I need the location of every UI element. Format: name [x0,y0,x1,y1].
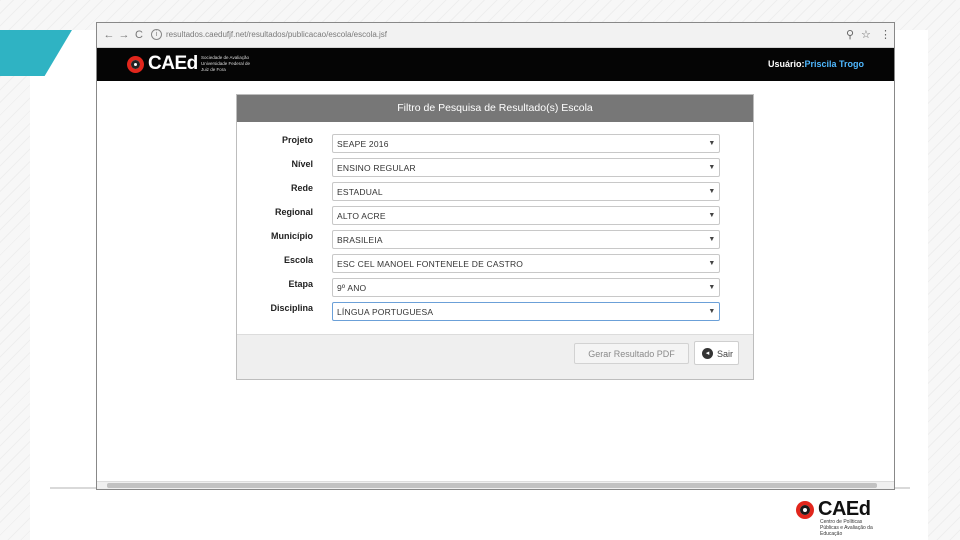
select-value: ESTADUAL [337,187,383,197]
regional-select[interactable]: ALTO ACRE ▼ [332,206,720,225]
chevron-down-icon: ▼ [708,236,716,243]
select-value: ENSINO REGULAR [337,163,416,173]
chevron-down-icon: ▼ [708,260,716,267]
field-label: Escola [283,255,313,265]
caed-logo-icon [796,501,814,519]
select-value: 9º ANO [337,283,367,293]
field-label: Município [271,231,313,241]
exit-arrow-icon: ◂ [702,348,713,359]
browser-toolbar: ← → C i resultados.caedufjf.net/resultado… [97,23,894,48]
browser-window: ← → C i resultados.caedufjf.net/resultado… [96,22,895,490]
projeto-select[interactable]: SEAPE 2016 ▼ [332,134,720,153]
generate-pdf-button[interactable]: Gerar Resultado PDF [574,343,689,364]
footer-logo-subtitle: Centro de Políticas Públicas e Avaliação… [820,519,873,537]
filter-panel: Filtro de Pesquisa de Resultado(s) Escol… [236,94,754,380]
disciplina-select[interactable]: LÍNGUA PORTUGUESA ▼ [332,302,720,321]
back-icon[interactable]: ← [103,28,115,42]
form-row-escola: Escola ESC CEL MANOEL FONTENELE DE CASTR… [237,254,753,274]
url-text: resultados.caedufjf.net/resultados/publi… [166,30,388,39]
field-label: Etapa [288,279,313,289]
field-label: Disciplina [270,303,313,313]
logo-subtitle: Sociedade de Avaliação Universidade Fede… [201,55,251,72]
browser-menu-icon[interactable]: ⋮ [880,28,891,42]
chevron-down-icon: ▼ [708,212,716,219]
form-row-projeto: Projeto SEAPE 2016 ▼ [237,134,753,154]
address-bar[interactable]: i resultados.caedufjf.net/resultados/publ… [151,27,841,43]
select-value: SEAPE 2016 [337,139,389,149]
form-row-etapa: Etapa 9º ANO ▼ [237,278,753,298]
select-value: LÍNGUA PORTUGUESA [337,307,434,317]
reload-icon[interactable]: C [133,28,145,42]
nivel-select[interactable]: ENSINO REGULAR ▼ [332,158,720,177]
field-label: Projeto [281,135,313,145]
form-row-rede: Rede ESTADUAL ▼ [237,182,753,202]
field-label: Regional [274,207,313,217]
chevron-down-icon: ▼ [708,188,716,195]
select-value: BRASILEIA [337,235,383,245]
user-name: Priscila Trogo [804,59,864,69]
select-value: ALTO ACRE [337,211,386,221]
chevron-down-icon: ▼ [708,308,716,315]
chevron-down-icon: ▼ [708,164,716,171]
zoom-icon[interactable]: ⚲ [846,28,854,42]
form-row-disciplina: Disciplina LÍNGUA PORTUGUESA ▼ [237,302,753,322]
forward-icon[interactable]: → [118,28,130,42]
chevron-down-icon: ▼ [708,140,716,147]
field-label: Rede [290,183,313,193]
field-label: Nível [291,159,313,169]
form-row-municipio: Município BRASILEIA ▼ [237,230,753,250]
site-info-icon[interactable]: i [151,29,162,41]
caed-logo-icon [127,56,144,73]
footer-logo: CAEd Centro de Políticas Públicas e Aval… [796,498,886,537]
bookmark-star-icon[interactable]: ☆ [861,28,871,42]
form-row-nivel: Nível ENSINO REGULAR ▼ [237,158,753,178]
exit-button-label: Sair [717,349,734,359]
app-header: CAEd Sociedade de Avaliação Universidade… [97,48,894,81]
footer-logo-text: CAEd [818,498,871,520]
escola-select[interactable]: ESC CEL MANOEL FONTENELE DE CASTRO ▼ [332,254,720,273]
scrollbar-thumb[interactable] [107,483,877,488]
select-value: ESC CEL MANOEL FONTENELE DE CASTRO [337,259,524,269]
chevron-down-icon: ▼ [708,284,716,291]
panel-footer: Gerar Resultado PDF ◂ Sair [237,334,753,379]
municipio-select[interactable]: BRASILEIA ▼ [332,230,720,249]
user-info: Usuário:Priscila Trogo [768,59,864,69]
panel-title: Filtro de Pesquisa de Resultado(s) Escol… [237,95,753,122]
exit-button[interactable]: ◂ Sair [694,341,739,365]
etapa-select[interactable]: 9º ANO ▼ [332,278,720,297]
horizontal-scrollbar[interactable] [97,481,894,489]
user-label: Usuário: [767,59,805,69]
form-row-regional: Regional ALTO ACRE ▼ [237,206,753,226]
logo-text: CAEd [148,53,198,74]
rede-select[interactable]: ESTADUAL ▼ [332,182,720,201]
